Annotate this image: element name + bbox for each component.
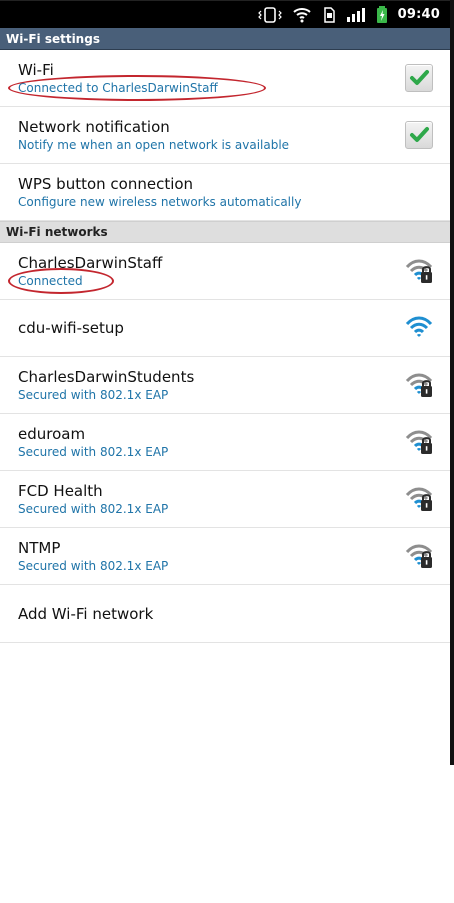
- connected-status: Connected: [18, 273, 83, 288]
- sim-icon: [322, 1, 336, 29]
- network-row-eduroam[interactable]: eduroam Secured with 802.1x EAP: [0, 414, 450, 471]
- wifi-connected-status: Connected to CharlesDarwinStaff: [18, 80, 218, 95]
- wifi-icon: [292, 1, 312, 29]
- wifi-locked-icon: [402, 427, 436, 457]
- network-name: NTMP: [18, 538, 61, 557]
- network-text: cdu-wifi-setup: [0, 319, 124, 337]
- network-text: CharlesDarwinStaff Connected: [0, 253, 163, 294]
- network-row-fcd-health[interactable]: FCD Health Secured with 802.1x EAP: [0, 471, 450, 528]
- wifi-locked-icon: [402, 256, 436, 286]
- network-notification-subtitle: Notify me when an open network is availa…: [18, 137, 290, 152]
- network-notification-checkbox-wrap[interactable]: [402, 120, 436, 150]
- network-status: Secured with 802.1x EAP: [18, 444, 169, 459]
- wifi-networks-header: Wi-Fi networks: [0, 221, 450, 243]
- checkmark-icon: [410, 70, 429, 85]
- wps-button-row[interactable]: WPS button connection Configure new wire…: [0, 164, 450, 221]
- wifi-toggle-checkbox-wrap[interactable]: [402, 63, 436, 93]
- status-bar: 09:40: [0, 0, 450, 28]
- network-text: FCD Health Secured with 802.1x EAP: [0, 482, 168, 517]
- wifi-locked-icon: [402, 541, 436, 571]
- wifi-open-icon: [402, 313, 436, 343]
- network-notification-title: Network notification: [18, 117, 170, 136]
- network-name: CharlesDarwinStaff: [18, 253, 163, 272]
- wifi-toggle-row[interactable]: Wi-Fi Connected to CharlesDarwinStaff: [0, 50, 450, 107]
- wifi-toggle-title: Wi-Fi: [18, 60, 54, 79]
- signal-icon: [346, 1, 366, 29]
- wifi-toggle-checkbox[interactable]: [405, 64, 433, 92]
- network-notification-checkbox[interactable]: [405, 121, 433, 149]
- network-notification-text: Network notification Notify me when an o…: [0, 118, 289, 153]
- network-status: Secured with 802.1x EAP: [18, 387, 169, 402]
- network-name: cdu-wifi-setup: [18, 319, 124, 337]
- wps-button-text: WPS button connection Configure new wire…: [0, 175, 301, 210]
- wps-button-subtitle: Configure new wireless networks automati…: [18, 194, 302, 209]
- wifi-locked-icon: [402, 484, 436, 514]
- network-row-cdu-wifi-setup[interactable]: cdu-wifi-setup: [0, 300, 450, 357]
- network-text: NTMP Secured with 802.1x EAP: [0, 539, 168, 574]
- battery-icon: [376, 1, 388, 29]
- network-row-charlesdarwinstudents[interactable]: CharlesDarwinStudents Secured with 802.1…: [0, 357, 450, 414]
- checkmark-icon: [410, 127, 429, 142]
- network-row-ntmp[interactable]: NTMP Secured with 802.1x EAP: [0, 528, 450, 585]
- network-text: eduroam Secured with 802.1x EAP: [0, 425, 168, 460]
- empty-list-area: [0, 643, 450, 903]
- network-name: FCD Health: [18, 481, 103, 500]
- wifi-toggle-subtitle: Connected to CharlesDarwinStaff: [8, 74, 266, 101]
- network-name: eduroam: [18, 424, 86, 443]
- wifi-toggle-text: Wi-Fi Connected to CharlesDarwinStaff: [0, 60, 266, 101]
- network-status: Connected: [8, 267, 162, 294]
- add-wifi-network-text: Add Wi-Fi network: [0, 605, 153, 623]
- wps-button-title: WPS button connection: [18, 174, 194, 193]
- network-name: CharlesDarwinStudents: [18, 367, 195, 386]
- wifi-settings-header: Wi-Fi settings: [0, 28, 450, 50]
- vibrate-icon: [257, 1, 282, 29]
- network-notification-row[interactable]: Network notification Notify me when an o…: [0, 107, 450, 164]
- add-wifi-network-label: Add Wi-Fi network: [18, 604, 154, 623]
- status-time: 09:40: [397, 7, 440, 22]
- network-row-charlesdarwinstaff[interactable]: CharlesDarwinStaff Connected: [0, 243, 450, 300]
- wifi-locked-icon: [402, 370, 436, 400]
- network-text: CharlesDarwinStudents Secured with 802.1…: [0, 368, 194, 403]
- network-status: Secured with 802.1x EAP: [18, 558, 169, 573]
- network-status: Secured with 802.1x EAP: [18, 501, 169, 516]
- wifi-settings-screen: 09:40 Wi-Fi settings Wi-Fi Connected to …: [0, 0, 454, 903]
- add-wifi-network-row[interactable]: Add Wi-Fi network: [0, 585, 450, 643]
